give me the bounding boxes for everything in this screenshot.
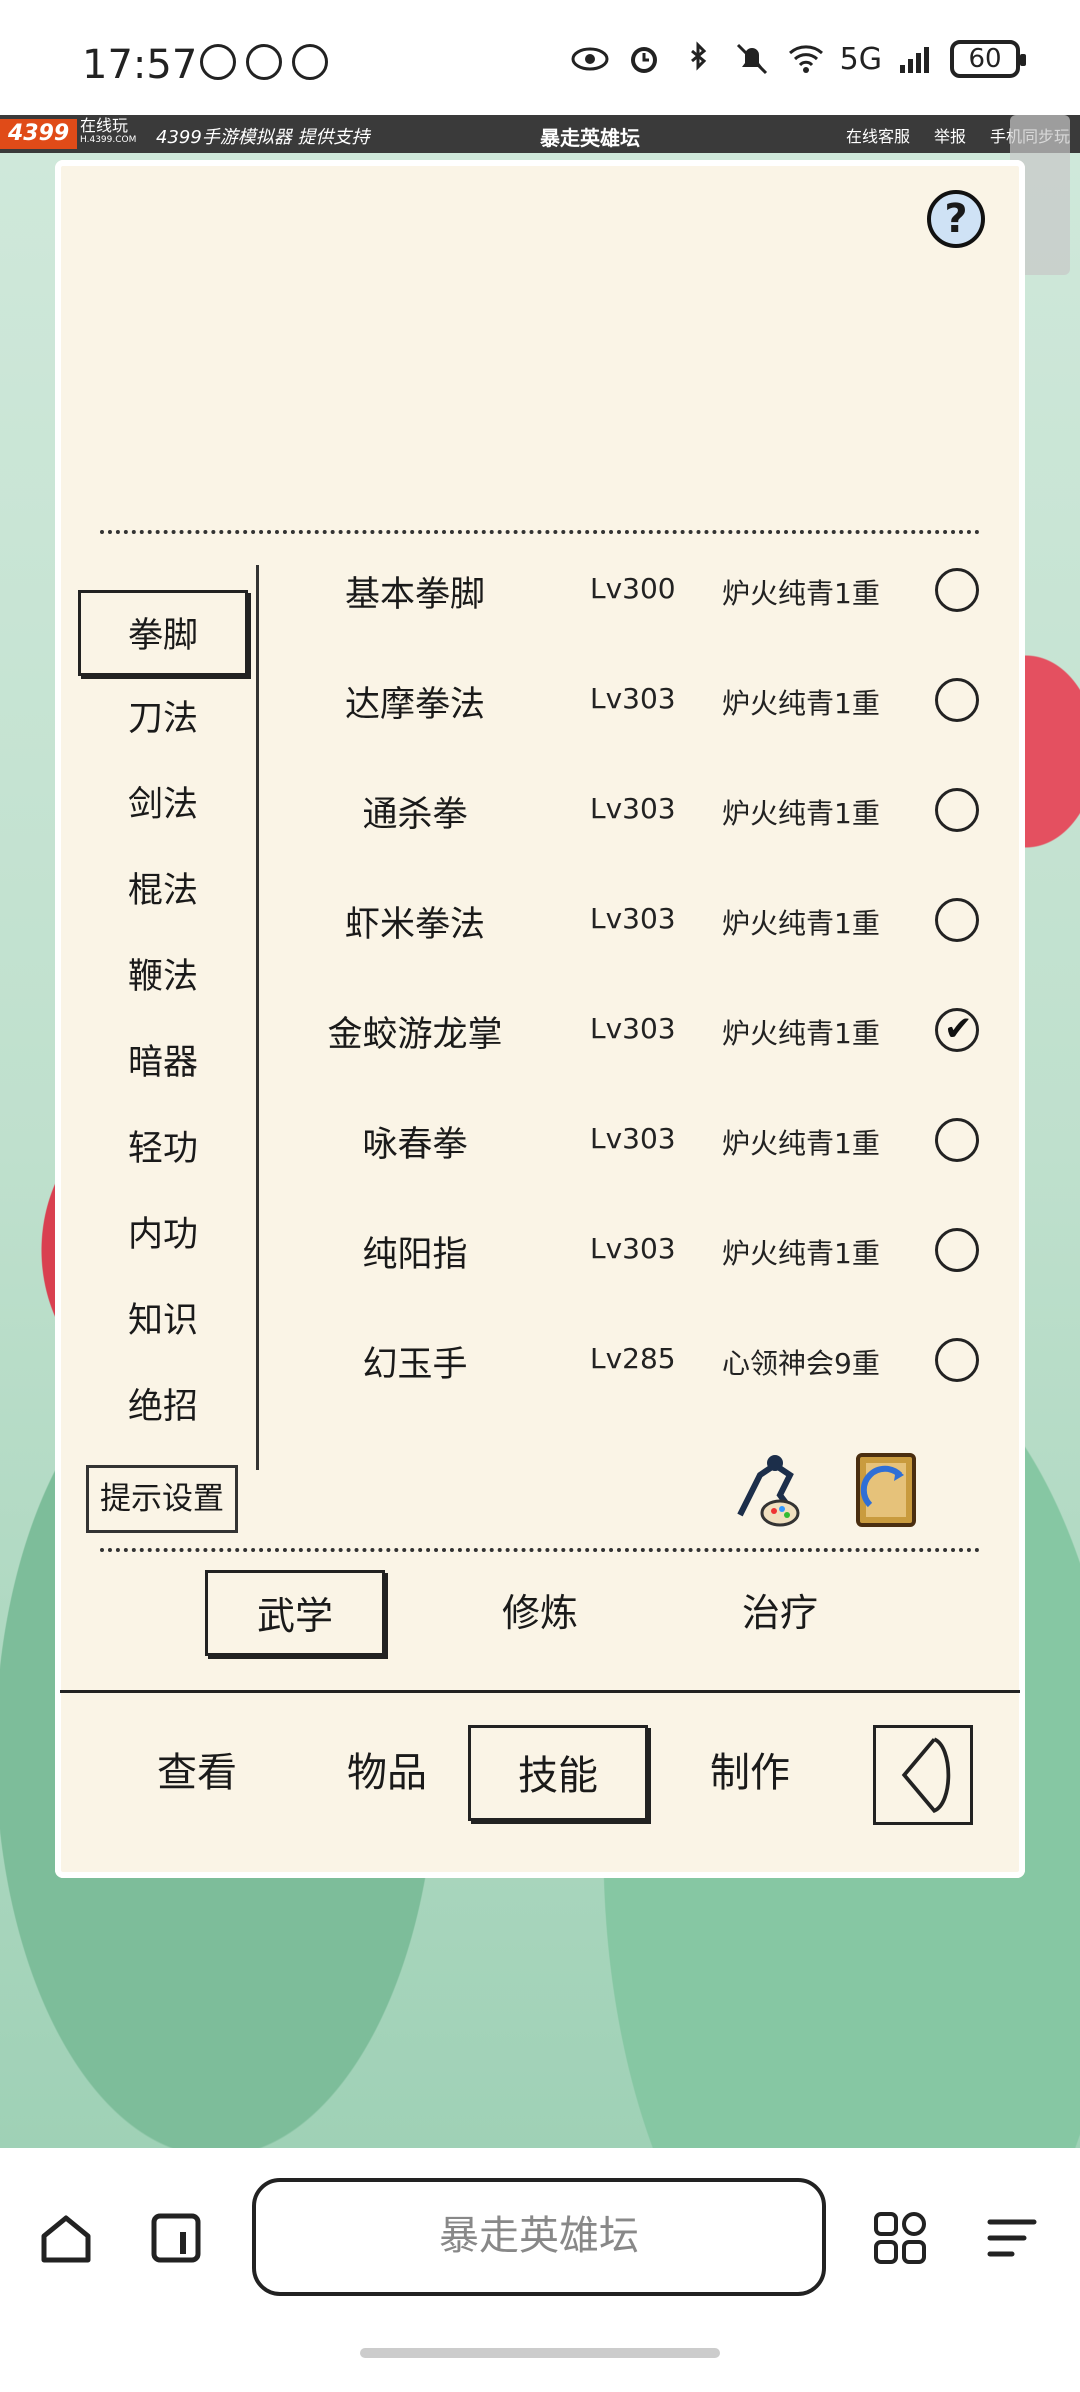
- skill-stage: 炉火纯青1重: [722, 1127, 880, 1160]
- notification-icons: [200, 44, 328, 80]
- skill-stage: 心领神会9重: [722, 1347, 880, 1380]
- skill-select-radio[interactable]: [935, 898, 979, 942]
- skill-name: 达摩拳法: [344, 685, 485, 725]
- skill-level: Lv300: [590, 572, 676, 605]
- logo-sub-line: 在线玩: [80, 116, 129, 135]
- eye-icon: [570, 41, 610, 77]
- support-link[interactable]: 在线客服: [846, 123, 910, 147]
- skill-name: 虾米拳法: [344, 905, 485, 945]
- game-header-bar: 4399 在线玩 H.4399.COM 4399手游模拟器 提供支持 暴走英雄坛…: [0, 115, 1080, 153]
- tab-zhizuo[interactable]: 制作: [660, 1725, 840, 1821]
- skill-level: Lv303: [590, 902, 676, 935]
- skill-stage: 炉火纯青1重: [722, 797, 880, 830]
- skill-name: 通杀拳: [362, 795, 468, 835]
- swap-book-icon[interactable]: [840, 1445, 930, 1535]
- back-button[interactable]: [873, 1725, 973, 1825]
- skill-row[interactable]: 通杀拳 Lv303 炉火纯青1重: [300, 776, 980, 846]
- tab-zhiliao[interactable]: 治疗: [690, 1570, 870, 1656]
- tabs-icon[interactable]: [148, 2210, 204, 2266]
- hint-settings-button[interactable]: 提示设置: [86, 1465, 238, 1533]
- tab-wuxue[interactable]: 武学: [205, 1570, 385, 1656]
- skill-row[interactable]: 金蛟游龙掌 Lv303 炉火纯青1重: [300, 996, 980, 1066]
- divider-dotted: [100, 1548, 980, 1552]
- site-logo[interactable]: 4399: [0, 119, 78, 149]
- skill-stage: 炉火纯青1重: [722, 577, 880, 610]
- skill-stage: 炉火纯青1重: [722, 907, 880, 940]
- skill-select-radio-checked[interactable]: [935, 1008, 979, 1052]
- skill-select-radio[interactable]: [935, 1338, 979, 1382]
- tab-anqi[interactable]: 暗器: [78, 1020, 248, 1106]
- game-title: 暴走英雄坛: [540, 126, 640, 150]
- notification-icon: [246, 44, 282, 80]
- skill-select-radio[interactable]: [935, 1228, 979, 1272]
- skill-row[interactable]: 达摩拳法 Lv303 炉火纯青1重: [300, 666, 980, 736]
- notification-icon: [292, 44, 328, 80]
- warrior-palette-icon[interactable]: [720, 1445, 810, 1535]
- site-logo-sub: 在线玩 H.4399.COM: [80, 116, 137, 147]
- skill-level: Lv303: [590, 1012, 676, 1045]
- report-link[interactable]: 举报: [934, 123, 966, 147]
- tab-zhishi[interactable]: 知识: [78, 1278, 248, 1364]
- tab-bianfa[interactable]: 鞭法: [78, 934, 248, 1020]
- skill-level: Lv303: [590, 1122, 676, 1155]
- tab-neigong[interactable]: 内功: [78, 1192, 248, 1278]
- home-icon[interactable]: [38, 2210, 94, 2266]
- bluetooth-icon: [678, 41, 718, 77]
- tab-quanjiao[interactable]: 拳脚: [78, 590, 248, 676]
- clock: 17:57: [82, 42, 198, 88]
- skill-stage: 炉火纯青1重: [722, 1237, 880, 1270]
- tab-wupin[interactable]: 物品: [297, 1725, 477, 1821]
- back-arrow-icon: [901, 1737, 951, 1813]
- skill-name: 纯阳指: [362, 1235, 468, 1275]
- skill-row[interactable]: 幻玉手 Lv285 心领神会9重: [300, 1326, 980, 1396]
- skill-select-radio[interactable]: [935, 568, 979, 612]
- skill-name: 金蛟游龙掌: [327, 1015, 503, 1055]
- skill-row[interactable]: 咏春拳 Lv303 炉火纯青1重: [300, 1106, 980, 1176]
- notification-icon: [200, 44, 236, 80]
- category-divider: [256, 565, 259, 1470]
- alarm-icon: [624, 41, 664, 77]
- wifi-icon: [786, 41, 826, 77]
- help-button[interactable]: ?: [927, 190, 985, 248]
- tab-daofa[interactable]: 刀法: [78, 676, 248, 762]
- menu-icon[interactable]: [984, 2210, 1040, 2266]
- skill-select-radio[interactable]: [935, 678, 979, 722]
- divider-dotted: [100, 530, 980, 534]
- skill-select-radio[interactable]: [935, 788, 979, 832]
- skill-row[interactable]: 基本拳脚 Lv300 炉火纯青1重: [300, 556, 980, 626]
- signal-icon: [896, 41, 936, 77]
- skill-row[interactable]: 纯阳指 Lv303 炉火纯青1重: [300, 1216, 980, 1286]
- skill-level: Lv303: [590, 1232, 676, 1265]
- skill-stage: 炉火纯青1重: [722, 1017, 880, 1050]
- logo-sub-line: H.4399.COM: [80, 135, 137, 145]
- skill-level: Lv303: [590, 792, 676, 825]
- section-divider: [60, 1690, 1020, 1693]
- tab-gunfa[interactable]: 棍法: [78, 848, 248, 934]
- system-icons: 5G 60: [570, 40, 1026, 78]
- skill-name: 幻玉手: [362, 1345, 468, 1385]
- skill-select-radio[interactable]: [935, 1118, 979, 1162]
- battery-indicator: 60: [950, 40, 1026, 78]
- tab-xiulian[interactable]: 修炼: [450, 1570, 630, 1656]
- mute-icon: [732, 41, 772, 77]
- skill-name: 基本拳脚: [344, 575, 485, 615]
- home-indicator[interactable]: [360, 2348, 720, 2358]
- tab-qinggong[interactable]: 轻功: [78, 1106, 248, 1192]
- address-bar[interactable]: 暴走英雄坛: [252, 2178, 826, 2296]
- apps-grid-icon[interactable]: [872, 2210, 928, 2266]
- skill-row[interactable]: 虾米拳法 Lv303 炉火纯青1重: [300, 886, 980, 956]
- tab-jianfa[interactable]: 剑法: [78, 762, 248, 848]
- skill-level: Lv285: [590, 1342, 676, 1375]
- tab-chakan[interactable]: 查看: [107, 1725, 287, 1821]
- status-bar: 17:57 5G 60: [0, 0, 1080, 115]
- skill-name: 咏春拳: [362, 1125, 468, 1165]
- skill-stage: 炉火纯青1重: [722, 687, 880, 720]
- network-label: 5G: [839, 41, 882, 77]
- skill-level: Lv303: [590, 682, 676, 715]
- emulator-brand: 4399手游模拟器 提供支持: [156, 127, 370, 148]
- tab-jineng[interactable]: 技能: [468, 1725, 648, 1821]
- tab-juezhao[interactable]: 绝招: [78, 1364, 248, 1450]
